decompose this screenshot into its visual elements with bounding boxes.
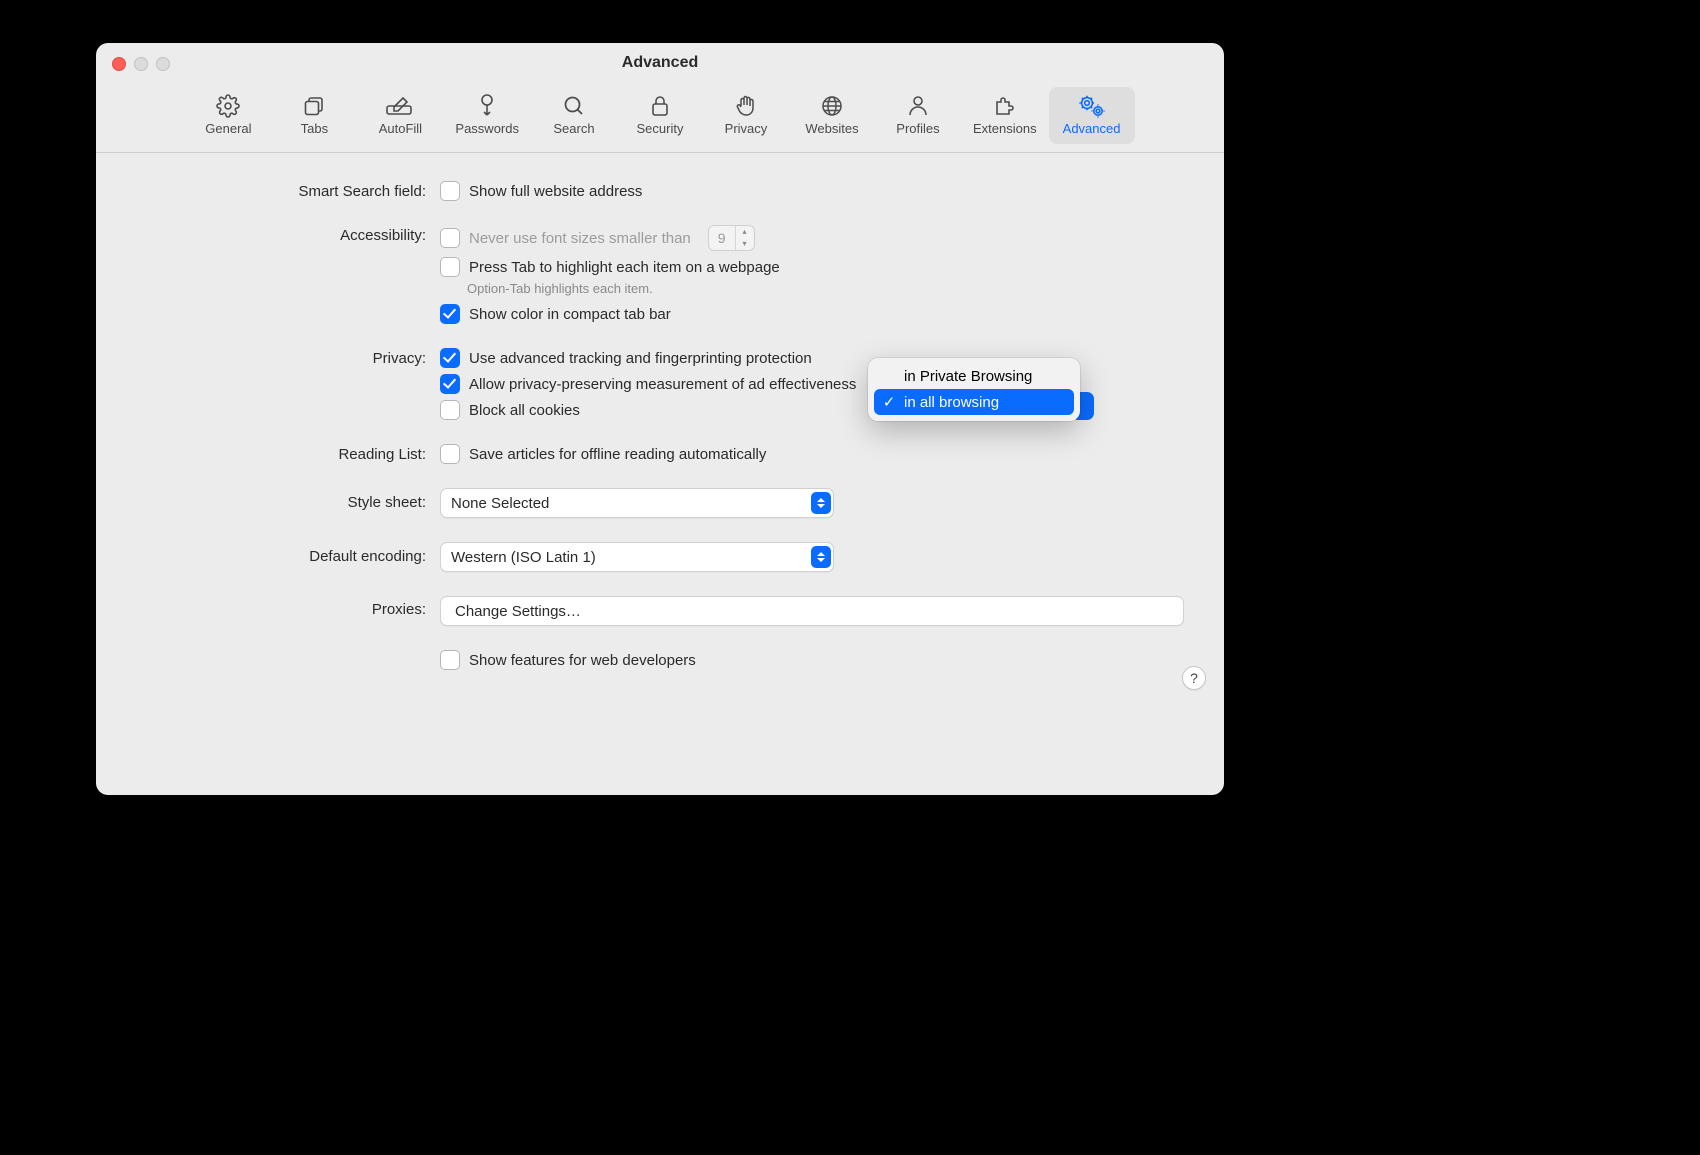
dev-features-checkbox[interactable] [440, 650, 460, 670]
tracking-mode-option-all[interactable]: ✓ in all browsing [874, 389, 1074, 415]
zoom-window-button[interactable] [156, 57, 170, 71]
ad-measurement-checkbox[interactable] [440, 374, 460, 394]
lock-icon [649, 93, 671, 119]
close-window-button[interactable] [112, 57, 126, 71]
style-sheet-label: Style sheet: [136, 488, 440, 511]
press-tab-text: Press Tab to highlight each item on a we… [469, 259, 780, 276]
puzzle-icon [993, 93, 1017, 119]
show-full-url-checkbox[interactable] [440, 181, 460, 201]
ad-measurement-text: Allow privacy-preserving measurement of … [469, 376, 856, 393]
search-icon [562, 93, 586, 119]
option-tab-hint: Option-Tab highlights each item. [467, 281, 1184, 296]
min-font-size-stepper[interactable]: 9 ▴▾ [708, 225, 755, 251]
question-mark-icon: ? [1190, 670, 1198, 686]
block-cookies-checkbox[interactable] [440, 400, 460, 420]
reading-list-label: Reading List: [136, 444, 440, 463]
pencil-field-icon [385, 93, 415, 119]
style-sheet-select[interactable]: None Selected [440, 488, 834, 518]
default-encoding-select[interactable]: Western (ISO Latin 1) [440, 542, 834, 572]
tab-profiles[interactable]: Profiles [875, 87, 961, 144]
show-color-text: Show color in compact tab bar [469, 306, 671, 323]
tab-autofill[interactable]: AutoFill [357, 87, 443, 144]
show-full-url-text: Show full website address [469, 183, 642, 200]
gear-icon [216, 93, 240, 119]
privacy-label: Privacy: [136, 348, 440, 367]
advanced-tracking-text: Use advanced tracking and fingerprinting… [469, 350, 812, 367]
show-color-checkbox[interactable] [440, 304, 460, 324]
min-font-size-checkbox[interactable] [440, 228, 460, 248]
preferences-window: Advanced General Tabs AutoFill [96, 43, 1224, 795]
advanced-pane: Smart Search field: Show full website ad… [96, 153, 1224, 704]
chevrons-icon [811, 492, 831, 514]
tab-general[interactable]: General [185, 87, 271, 144]
dev-features-text: Show features for web developers [469, 652, 696, 669]
save-offline-checkbox[interactable] [440, 444, 460, 464]
key-icon [476, 93, 498, 119]
tab-privacy[interactable]: Privacy [703, 87, 789, 144]
tabs-icon [302, 93, 326, 119]
double-gear-icon [1078, 93, 1106, 119]
min-font-size-text: Never use font sizes smaller than [469, 230, 691, 247]
tracking-mode-option-private[interactable]: in Private Browsing [874, 364, 1074, 389]
hand-icon [735, 93, 757, 119]
globe-icon [820, 93, 844, 119]
chevrons-icon [811, 546, 831, 568]
traffic-lights [112, 57, 170, 71]
default-encoding-value: Western (ISO Latin 1) [451, 549, 596, 566]
proxies-label: Proxies: [136, 596, 440, 618]
tab-security[interactable]: Security [617, 87, 703, 144]
person-icon [907, 93, 929, 119]
save-offline-text: Save articles for offline reading automa… [469, 446, 766, 463]
style-sheet-value: None Selected [451, 495, 549, 512]
minimize-window-button[interactable] [134, 57, 148, 71]
advanced-tracking-checkbox[interactable] [440, 348, 460, 368]
change-settings-text: Change Settings… [455, 603, 581, 620]
preferences-toolbar: General Tabs AutoFill Passwords [96, 83, 1224, 144]
window-title: Advanced [96, 54, 1224, 72]
change-settings-button[interactable]: Change Settings… [440, 596, 1184, 626]
titlebar: Advanced [96, 43, 1224, 83]
block-cookies-text: Block all cookies [469, 402, 580, 419]
default-encoding-label: Default encoding: [136, 542, 440, 565]
option-text: in all browsing [904, 394, 999, 411]
smart-search-label: Smart Search field: [136, 181, 440, 200]
checkmark-icon: ✓ [882, 393, 896, 411]
option-text: in Private Browsing [904, 368, 1032, 385]
min-font-size-value: 9 [709, 230, 735, 246]
checkmark-icon [882, 368, 896, 385]
tracking-mode-menu: in Private Browsing ✓ in all browsing [868, 358, 1080, 421]
accessibility-label: Accessibility: [136, 225, 440, 244]
tab-advanced[interactable]: Advanced [1049, 87, 1135, 144]
tab-extensions[interactable]: Extensions [961, 87, 1049, 144]
tab-passwords[interactable]: Passwords [443, 87, 531, 144]
tab-websites[interactable]: Websites [789, 87, 875, 144]
stepper-arrows-icon: ▴▾ [735, 226, 754, 250]
tab-tabs[interactable]: Tabs [271, 87, 357, 144]
tab-search[interactable]: Search [531, 87, 617, 144]
press-tab-checkbox[interactable] [440, 257, 460, 277]
help-button[interactable]: ? [1182, 666, 1206, 690]
